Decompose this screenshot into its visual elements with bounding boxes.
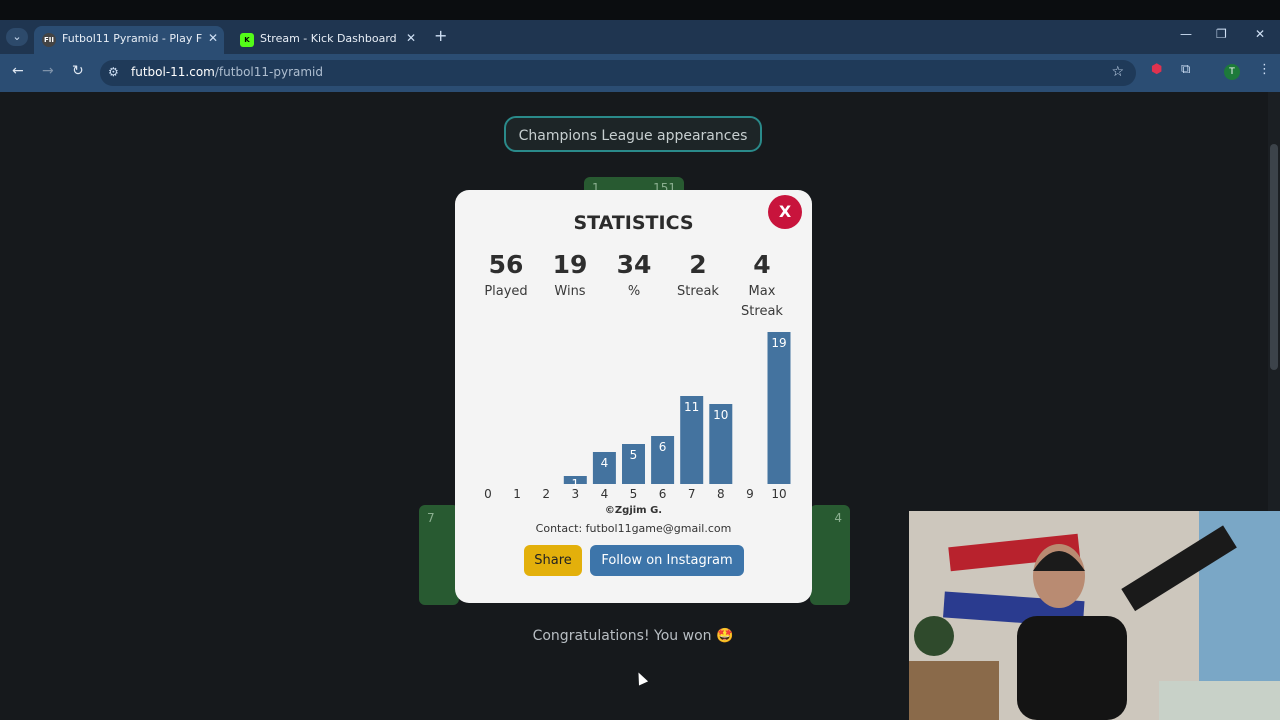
- congratulations-text: Congratulations! You won 🤩: [532, 628, 734, 644]
- bar-value-label: 10: [713, 408, 728, 422]
- minimize-icon[interactable]: —: [1180, 27, 1192, 41]
- x-tick-label: 6: [659, 487, 667, 501]
- x-tick-label: 4: [601, 487, 609, 501]
- tab-search-button[interactable]: ⌄: [6, 28, 28, 46]
- x-tick-label: 9: [746, 487, 754, 501]
- os-top-bar: [0, 0, 1280, 20]
- bar-value-label: 19: [771, 336, 786, 350]
- close-window-icon[interactable]: ✕: [1255, 27, 1265, 41]
- forward-icon[interactable]: →: [42, 63, 54, 79]
- tab-title: Futbol11 Pyramid - Play Footba: [62, 32, 202, 45]
- new-tab-icon[interactable]: +: [434, 26, 447, 45]
- copyright-text: ©Zgjim G.: [604, 505, 663, 516]
- x-tick-label: 5: [630, 487, 638, 501]
- profile-avatar[interactable]: T: [1224, 64, 1240, 80]
- restore-icon[interactable]: ❐: [1216, 27, 1227, 41]
- x-tick-label: 7: [688, 487, 696, 501]
- futbol11-favicon-icon: FII: [42, 33, 56, 47]
- reload-icon[interactable]: ↻: [72, 63, 84, 79]
- tab-futbol11[interactable]: FII Futbol11 Pyramid - Play Footba ✕: [34, 26, 224, 54]
- bar-value-label: 11: [684, 400, 699, 414]
- url-text: futbol-11.com/futbol11-pyramid: [131, 65, 323, 79]
- pyramid-right-card: 4: [810, 505, 850, 605]
- x-tick-label: 1: [513, 487, 521, 501]
- contact-text: Contact: futbol11game@gmail.com: [535, 522, 732, 535]
- close-tab-icon[interactable]: ✕: [208, 31, 218, 45]
- x-tick-label: 3: [571, 487, 579, 501]
- category-button[interactable]: Champions League appearances: [504, 116, 762, 152]
- share-button[interactable]: Share: [524, 545, 582, 576]
- scrollbar-thumb[interactable]: [1270, 144, 1278, 370]
- tab-kick-dashboard[interactable]: K Stream - Kick Dashboard ✕: [232, 26, 422, 54]
- kick-favicon-icon: K: [240, 33, 254, 47]
- webcam-scene-image: [909, 511, 1280, 720]
- pyramid-left-card: 7: [419, 505, 459, 605]
- x-tick-label: 0: [484, 487, 492, 501]
- menu-kebab-icon[interactable]: ⋮: [1258, 62, 1271, 77]
- address-toolbar: ← → ↻ ⚙ futbol-11.com/futbol11-pyramid ☆: [0, 54, 1280, 92]
- webcam-overlay: [909, 511, 1280, 720]
- site-info-icon[interactable]: ⚙: [108, 65, 119, 79]
- bookmark-star-icon[interactable]: ☆: [1111, 64, 1124, 80]
- tab-strip: ⌄ FII Futbol11 Pyramid - Play Footba ✕ K…: [0, 20, 1280, 54]
- bar-value-label: 6: [659, 440, 667, 454]
- x-tick-label: 2: [542, 487, 550, 501]
- bar-10: [767, 332, 791, 484]
- statistics-modal: X STATISTICS 56 Played 19 Wins 34 % 2 St…: [455, 190, 812, 603]
- address-bar[interactable]: ⚙ futbol-11.com/futbol11-pyramid ☆: [100, 60, 1136, 86]
- bar-value-label: 5: [630, 448, 638, 462]
- follow-instagram-button[interactable]: Follow on Instagram: [590, 545, 744, 576]
- x-tick-label: 10: [771, 487, 786, 501]
- bar-value-label: 4: [601, 456, 609, 470]
- x-tick-label: 8: [717, 487, 725, 501]
- guess-distribution-chart: 0 1 213445566117108 91910: [484, 332, 791, 501]
- extensions-puzzle-icon[interactable]: ⧉: [1181, 62, 1190, 77]
- extension-shield-icon[interactable]: ⬢: [1151, 62, 1162, 77]
- close-tab-icon[interactable]: ✕: [406, 31, 416, 45]
- tab-title: Stream - Kick Dashboard: [260, 32, 397, 45]
- back-icon[interactable]: ←: [12, 63, 24, 79]
